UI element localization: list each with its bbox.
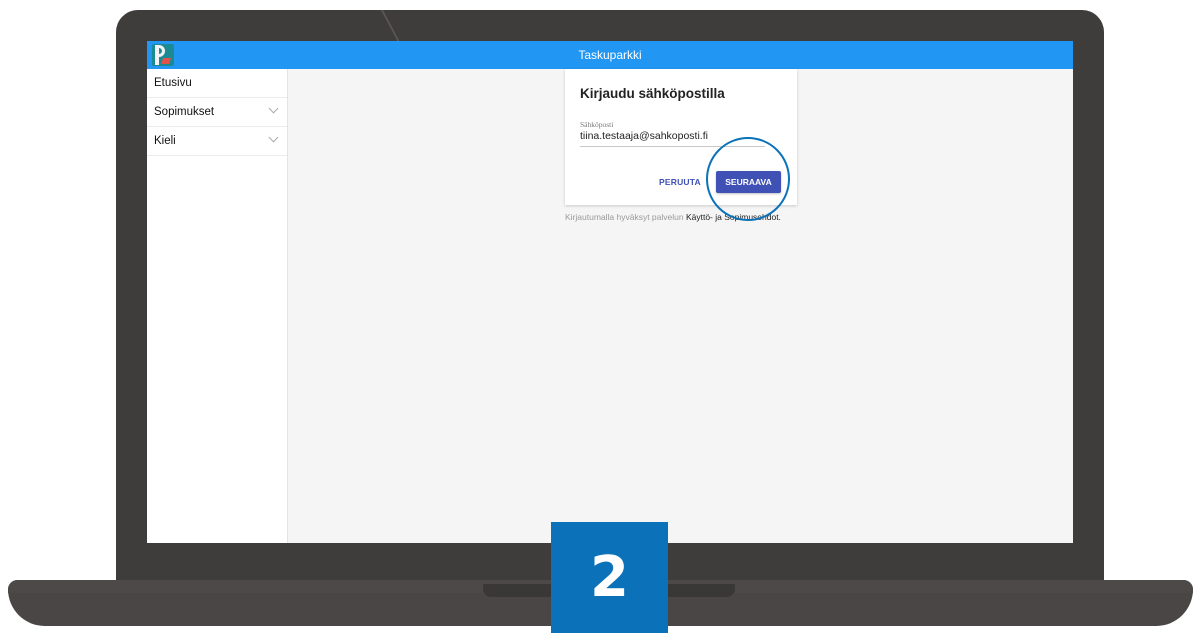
app-title: Taskuparkki bbox=[578, 48, 642, 62]
sidebar-item-label: Etusivu bbox=[154, 77, 192, 89]
sidebar-item-etusivu[interactable]: Etusivu bbox=[147, 69, 287, 98]
sidebar-item-label: Kieli bbox=[154, 135, 176, 147]
sidebar-item-label: Sopimukset bbox=[154, 106, 215, 118]
email-field-label: Sähköposti bbox=[580, 120, 614, 129]
step-number-badge: 2 bbox=[551, 522, 668, 633]
cancel-button[interactable]: PERUUTA bbox=[659, 177, 701, 187]
sidebar: Etusivu Sopimukset Kieli bbox=[147, 69, 288, 543]
terms-text: Kirjautumalla hyväksyt palvelun bbox=[565, 212, 686, 222]
highlight-circle bbox=[706, 137, 790, 221]
app-bar: Taskuparkki bbox=[147, 41, 1073, 69]
chevron-down-icon bbox=[268, 103, 279, 114]
laptop-screen: Taskuparkki Etusivu Sopimukset Kieli Kir… bbox=[147, 41, 1073, 543]
sidebar-item-sopimukset[interactable]: Sopimukset bbox=[147, 98, 287, 127]
card-title: Kirjaudu sähköpostilla bbox=[580, 86, 725, 101]
sidebar-item-kieli[interactable]: Kieli bbox=[147, 127, 287, 156]
chevron-down-icon bbox=[268, 132, 279, 143]
